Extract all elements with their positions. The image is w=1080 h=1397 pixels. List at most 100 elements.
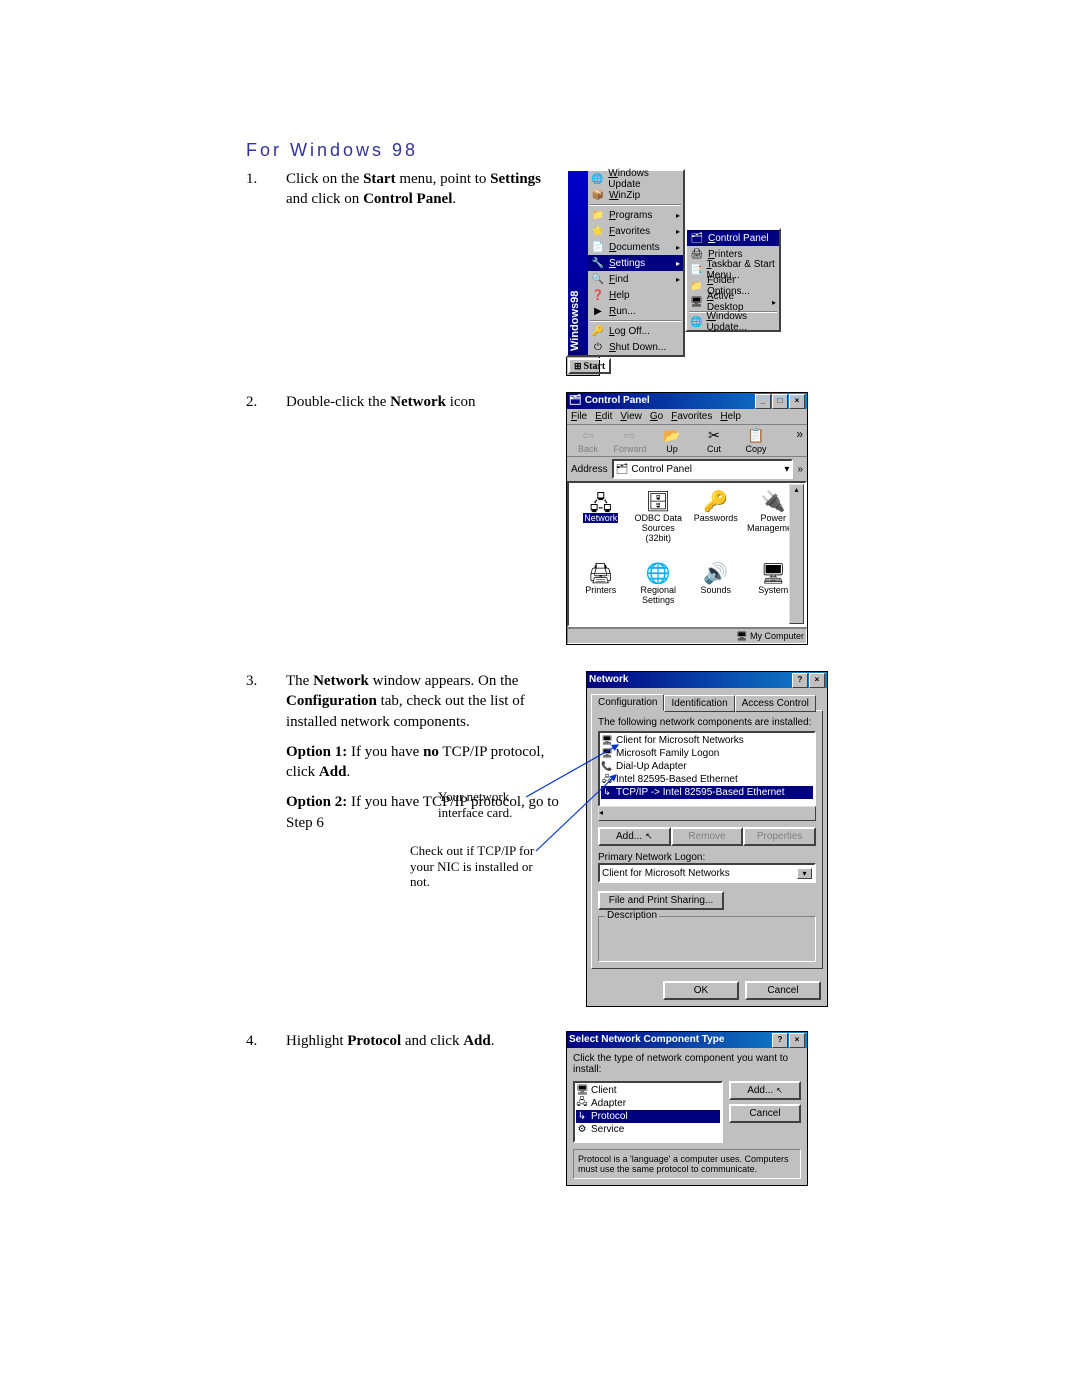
add-button[interactable]: Add... ↖ [729,1081,801,1100]
startmenu-item[interactable]: ❓Help [588,287,683,303]
startmenu-item[interactable]: 🔧Settings▸ [588,255,683,271]
cp-icon-passwords[interactable]: 🔑Passwords [688,489,744,557]
startmenu-item[interactable]: 🌐Windows Update [588,171,683,187]
menu-go[interactable]: Go [650,411,663,422]
component-type-item[interactable]: ⚙Service [576,1123,720,1136]
startmenu-item[interactable]: ⭐Favorites▸ [588,223,683,239]
app-icon: 🌐 [631,561,687,585]
menu-item-icon: 📑 [690,263,702,277]
menu-item-icon: 🖨 [690,247,704,261]
step-1-screenshot: Windows98 🌐Windows Update📦WinZip📁Program… [566,169,781,376]
toolbar-more[interactable]: » [797,464,803,475]
file-print-sharing-button[interactable]: File and Print Sharing... [598,891,724,910]
minimize-button[interactable]: _ [755,394,771,409]
step-2: 2. Double-click the Network icon 🗂 Contr… [0,392,1080,645]
component-type-item[interactable]: 🖥Client [576,1084,720,1097]
cp-icon-network[interactable]: 🖧Network [573,489,629,557]
startmenu-item[interactable]: 📁Programs▸ [588,207,683,223]
startmenu-item[interactable]: 🔍Find▸ [588,271,683,287]
toolbar-cut[interactable]: ✂Cut [697,427,731,454]
cp-icon-regional-settings[interactable]: 🌐Regional Settings [631,561,687,619]
close-button[interactable]: × [809,673,825,688]
tab-configuration[interactable]: Configuration [591,694,664,711]
up-icon: 📂 [655,427,689,444]
component-type-list[interactable]: 🖥Client🖧Adapter↳Protocol⚙Service [573,1081,723,1143]
menu-item-icon: ❓ [591,288,605,302]
start-button[interactable]: ⊞ Start [568,358,611,374]
app-icon: 🔑 [688,489,744,513]
close-button[interactable]: × [789,1033,805,1048]
menu-help[interactable]: Help [720,411,741,422]
dropdown-arrow-icon[interactable]: ▾ [784,464,789,475]
cursor-icon: ↖ [645,831,653,842]
step-3: 3. The Network window appears. On the Co… [0,671,1080,1007]
folder-icon: 🗂 [616,464,629,475]
startmenu-item[interactable]: 📄Documents▸ [588,239,683,255]
submenu-item[interactable]: 🌐Windows Update... [687,314,779,330]
select-component-dialog: Select Network Component Type ? × Click … [566,1031,808,1186]
ok-button[interactable]: OK [663,981,739,1000]
scrollbar[interactable]: ▴ [789,484,804,624]
app-icon: 🖧 [573,489,629,513]
dialog-title: Network [589,672,792,688]
cp-icon-odbc-data-sources-32bit-[interactable]: 🗄ODBC Data Sources (32bit) [631,489,687,557]
menu-item-icon: 🗂 [690,231,704,245]
annotation-tcpip: Check out if TCP/IP for your NIC is inst… [410,843,535,890]
step-4-screenshot: Select Network Component Type ? × Click … [566,1031,808,1186]
submenu-item[interactable]: 🗂Control Panel [687,230,779,246]
tab-identification[interactable]: Identification [664,695,734,712]
toolbar-up[interactable]: 📂Up [655,427,689,454]
menu-item-icon: 📄 [591,240,605,254]
description-group: Description [598,916,816,962]
menu-view[interactable]: View [620,411,642,422]
step-4-text: Highlight Protocol and click Add. [286,1031,546,1061]
settings-submenu: 🗂Control Panel🖨Printers📑Taskbar & Start … [685,228,781,332]
menu-favorites[interactable]: Favorites [671,411,712,422]
window-title: Control Panel [585,393,755,409]
menu-item-icon: 🌐 [591,172,604,186]
close-button[interactable]: × [789,394,805,409]
menu-item-icon: 🖥 [690,295,703,309]
logon-select[interactable]: Client for Microsoft Networks ▾ [598,863,816,883]
prompt: Click the type of network component you … [567,1048,807,1075]
menu-file[interactable]: File [571,411,587,422]
icon-area: ▴ 🖧Network🗄ODBC Data Sources (32bit)🔑Pas… [567,481,807,627]
menu-item-icon: 📁 [690,279,703,293]
component-type-item[interactable]: 🖧Adapter [576,1097,720,1110]
cancel-button[interactable]: Cancel [745,981,821,1000]
help-button[interactable]: ? [792,673,808,688]
menu-item-icon: ⭐ [591,224,605,238]
folder-icon: 🗂 [569,393,582,409]
menu-item-icon: ⏻ [591,340,605,354]
cancel-button[interactable]: Cancel [729,1104,801,1123]
toolbar-copy[interactable]: 📋Copy [739,427,773,454]
help-button[interactable]: ? [772,1033,788,1048]
menu-item-icon: 🔧 [591,256,605,270]
step-2-screenshot: 🗂 Control Panel _ □ × File Edit View Go Favo… [566,392,808,645]
startmenu-sidebar: Windows98 [568,171,588,355]
cp-icon-printers[interactable]: 🖨Printers [573,561,629,619]
app-icon: 🖨 [573,561,629,585]
step-3-number: 3. [246,671,286,690]
address-field[interactable]: 🗂 Control Panel ▾ [612,459,794,479]
cp-icon-sounds[interactable]: 🔊Sounds [688,561,744,619]
step-1-text: Click on the Start menu, point to Settin… [286,169,546,220]
toolbar: ⇦Back⇨Forward📂Up✂Cut📋Copy» [567,424,807,456]
dropdown-arrow-icon[interactable]: ▾ [797,868,812,879]
component-type-item[interactable]: ↳Protocol [576,1110,720,1123]
maximize-button[interactable]: □ [772,394,788,409]
submenu-item[interactable]: 🖥Active Desktop▸ [687,294,779,310]
menu-item-icon: ▶ [591,304,605,318]
toolbar-more[interactable]: » [796,427,803,454]
type-icon: ↳ [576,1111,588,1122]
forward-icon: ⇨ [613,427,647,444]
tab-access-control[interactable]: Access Control [735,695,816,712]
type-icon: ⚙ [576,1124,588,1135]
startmenu-item[interactable]: ⏻Shut Down... [588,339,683,355]
menu-item-icon: 🌐 [690,315,702,329]
startmenu-item[interactable]: 🔑Log Off... [588,323,683,339]
menu-item-icon: 🔑 [591,324,605,338]
components-label: The following network components are ins… [598,717,816,728]
menu-edit[interactable]: Edit [595,411,612,422]
startmenu-item[interactable]: ▶Run... [588,303,683,319]
